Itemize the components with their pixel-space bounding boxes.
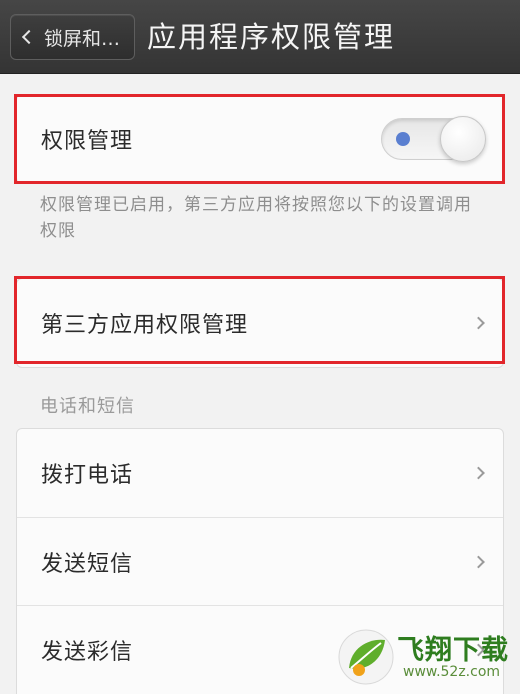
list-item-sms[interactable]: 发送短信 [17,517,503,605]
section-title-phone-sms: 电话和短信 [40,396,135,417]
leaf-logo-icon [338,629,394,685]
watermark-brand: 飞翔下载 [397,635,509,666]
chevron-right-icon [472,555,485,568]
highlight-box-permission [14,94,505,184]
title-bar: 锁屏和… 应用程序权限管理 [0,0,520,74]
page-title: 应用程序权限管理 [147,20,396,54]
list-item-label: 拨打电话 [41,463,134,488]
watermark: 飞翔下载 www.52z.com [337,626,512,688]
chevron-right-icon [472,466,485,480]
list-item-label: 发送短信 [41,551,134,577]
highlight-box-third-party [14,276,505,364]
list-item-label: 发送彩信 [41,639,134,665]
back-label: 锁屏和… [44,27,121,50]
watermark-url: www.52z.com [403,664,501,680]
chevron-left-icon [21,29,37,45]
permission-description: 权限管理已启用，第三方应用将按照您以下的设置调用权限 [40,195,472,241]
list-item-call[interactable]: 拨打电话 [17,429,503,517]
back-button[interactable]: 锁屏和… [10,14,135,60]
